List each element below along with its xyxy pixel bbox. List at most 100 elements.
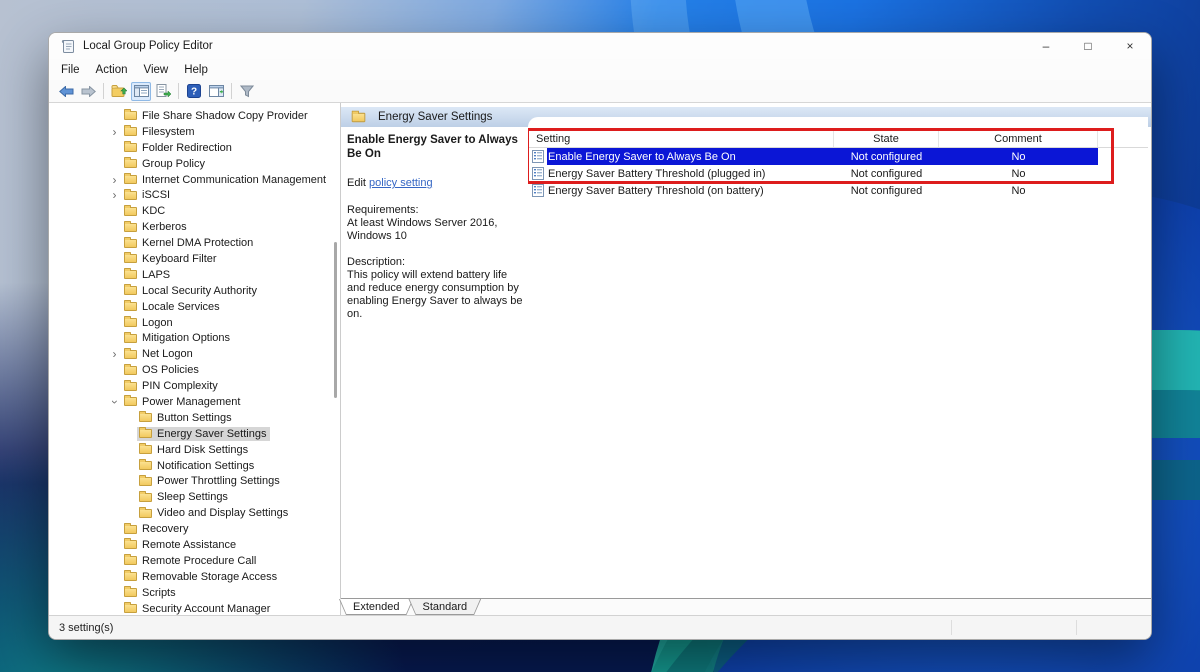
tree-item[interactable]: PIN Complexity bbox=[49, 378, 340, 394]
folder-icon bbox=[124, 318, 137, 327]
folder-icon bbox=[124, 111, 137, 120]
back-arrow-icon[interactable] bbox=[56, 82, 76, 101]
tree-item-label: Local Security Authority bbox=[142, 285, 257, 297]
tree-item[interactable]: Folder Redirection bbox=[49, 140, 340, 156]
title-bar[interactable]: Local Group Policy Editor – □ × bbox=[49, 33, 1151, 59]
help-icon[interactable]: ? bbox=[184, 82, 204, 101]
tree-item[interactable]: Security Account Manager bbox=[49, 601, 340, 615]
up-one-level-folder-icon[interactable] bbox=[109, 82, 129, 101]
folder-icon bbox=[124, 127, 137, 136]
requirements-label: Requirements: bbox=[347, 204, 523, 217]
panel-header-title: Energy Saver Settings bbox=[378, 111, 492, 123]
expand-chevron-icon[interactable] bbox=[107, 347, 122, 361]
export-list-icon[interactable] bbox=[153, 82, 173, 101]
tree-scrollbar-thumb[interactable] bbox=[334, 242, 337, 398]
tree-item-label: Sleep Settings bbox=[157, 491, 228, 503]
filter-icon[interactable] bbox=[237, 82, 257, 101]
folder-icon bbox=[139, 509, 152, 518]
policy-row[interactable]: Energy Saver Battery Threshold (on batte… bbox=[528, 182, 1148, 199]
status-text: 3 setting(s) bbox=[59, 622, 113, 634]
tree-item[interactable]: Scripts bbox=[49, 585, 340, 601]
folder-icon bbox=[124, 525, 137, 534]
tree-item[interactable]: KDC bbox=[49, 203, 340, 219]
expand-chevron-icon[interactable] bbox=[107, 125, 122, 139]
policy-setting-link[interactable]: policy setting bbox=[369, 177, 433, 189]
tree-item[interactable]: LAPS bbox=[49, 267, 340, 283]
show-action-pane-icon[interactable] bbox=[206, 82, 226, 101]
expand-chevron-icon[interactable] bbox=[107, 188, 122, 202]
tree-item[interactable]: Local Security Authority bbox=[49, 283, 340, 299]
menu-item[interactable]: Action bbox=[88, 62, 136, 78]
policy-row[interactable]: Energy Saver Battery Threshold (plugged … bbox=[528, 165, 1148, 182]
close-button[interactable]: × bbox=[1109, 33, 1151, 59]
tree-item[interactable]: iSCSI bbox=[49, 187, 340, 203]
menu-item[interactable]: View bbox=[136, 62, 177, 78]
expand-chevron-icon[interactable] bbox=[107, 395, 122, 409]
policy-icon bbox=[532, 150, 544, 163]
tree-item[interactable]: Removable Storage Access bbox=[49, 569, 340, 585]
show-console-tree-icon[interactable] bbox=[131, 82, 151, 101]
view-tabs: Extended Standard bbox=[341, 598, 1151, 615]
view-tab-label: Standard bbox=[409, 599, 480, 614]
requirements-block: Requirements: At least Windows Server 20… bbox=[347, 204, 523, 243]
tree-item[interactable]: Recovery bbox=[49, 521, 340, 537]
requirements-text: At least Windows Server 2016, Windows 10 bbox=[347, 217, 523, 243]
tree-item[interactable]: Power Management bbox=[49, 394, 340, 410]
tree-item[interactable]: Group Policy bbox=[49, 156, 340, 172]
menu-item[interactable]: File bbox=[53, 62, 88, 78]
folder-icon bbox=[124, 572, 137, 581]
folder-icon bbox=[124, 366, 137, 375]
tree-item-label: Mitigation Options bbox=[142, 332, 230, 344]
maximize-button[interactable]: □ bbox=[1067, 33, 1109, 59]
tree-item-label: Power Throttling Settings bbox=[157, 475, 280, 487]
tree-item[interactable]: File Share Shadow Copy Provider bbox=[49, 108, 340, 124]
column-header-state[interactable]: State bbox=[834, 130, 939, 147]
tree-item[interactable]: Power Throttling Settings bbox=[49, 473, 340, 489]
status-divider bbox=[1076, 620, 1077, 635]
expand-chevron-icon[interactable] bbox=[107, 173, 122, 187]
policy-icon bbox=[532, 184, 544, 197]
svg-text:?: ? bbox=[191, 87, 197, 98]
menu-item[interactable]: Help bbox=[176, 62, 216, 78]
tree-item[interactable]: Mitigation Options bbox=[49, 330, 340, 346]
folder-icon bbox=[124, 334, 137, 343]
tree-item[interactable]: Remote Assistance bbox=[49, 537, 340, 553]
folder-icon bbox=[124, 159, 137, 168]
tree-item[interactable]: OS Policies bbox=[49, 362, 340, 378]
tree-item-label: Net Logon bbox=[142, 348, 193, 360]
tree-item[interactable]: Net Logon bbox=[49, 346, 340, 362]
tree-item[interactable]: Notification Settings bbox=[49, 458, 340, 474]
policy-row[interactable]: Enable Energy Saver to Always Be On Not … bbox=[528, 148, 1148, 165]
tree-item[interactable]: Video and Display Settings bbox=[49, 505, 340, 521]
folder-icon bbox=[124, 397, 137, 406]
tree-item[interactable]: Sleep Settings bbox=[49, 489, 340, 505]
policy-description-pane: Enable Energy Saver to Always Be On Edit… bbox=[347, 133, 523, 321]
folder-icon bbox=[139, 477, 152, 486]
tree-item[interactable]: Filesystem bbox=[49, 124, 340, 140]
status-bar: 3 setting(s) bbox=[49, 615, 1151, 639]
tree-item[interactable]: Energy Saver Settings bbox=[49, 426, 340, 442]
tree-item[interactable]: Logon bbox=[49, 315, 340, 331]
view-tab[interactable]: Extended bbox=[339, 599, 413, 615]
column-header-setting[interactable]: Setting bbox=[528, 130, 834, 147]
tree-item[interactable]: Locale Services bbox=[49, 299, 340, 315]
tree-item-label: Scripts bbox=[142, 587, 176, 599]
status-divider bbox=[951, 620, 952, 635]
menu-bar: FileActionViewHelp bbox=[49, 59, 1151, 80]
tree-item-label: iSCSI bbox=[142, 189, 170, 201]
list-header: Setting State Comment bbox=[528, 130, 1148, 148]
tree-item[interactable]: Remote Procedure Call bbox=[49, 553, 340, 569]
policy-row-setting: Energy Saver Battery Threshold (plugged … bbox=[548, 168, 765, 180]
minimize-button[interactable]: – bbox=[1025, 33, 1067, 59]
folder-icon bbox=[124, 239, 137, 248]
tree-item[interactable]: Keyboard Filter bbox=[49, 251, 340, 267]
tree-item[interactable]: Button Settings bbox=[49, 410, 340, 426]
toolbar-separator bbox=[103, 83, 104, 99]
tree-item[interactable]: Kerberos bbox=[49, 219, 340, 235]
column-header-comment[interactable]: Comment bbox=[939, 130, 1098, 147]
tree-item[interactable]: Internet Communication Management bbox=[49, 172, 340, 188]
forward-arrow-icon[interactable] bbox=[78, 82, 98, 101]
view-tab[interactable]: Standard bbox=[408, 599, 481, 615]
tree-item[interactable]: Hard Disk Settings bbox=[49, 442, 340, 458]
tree-item[interactable]: Kernel DMA Protection bbox=[49, 235, 340, 251]
